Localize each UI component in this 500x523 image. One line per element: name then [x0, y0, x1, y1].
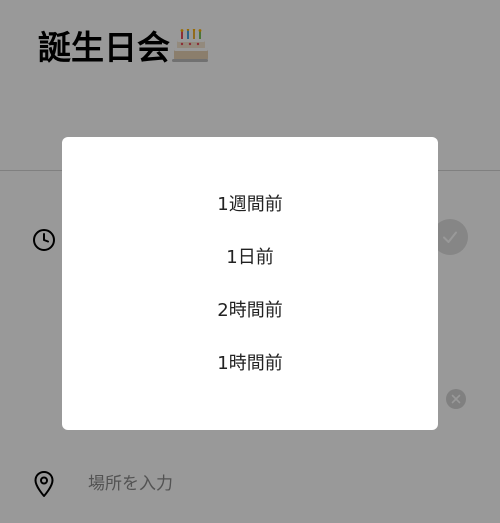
reminder-option-2-hours-before[interactable]: 2時間前 [62, 291, 438, 331]
reminder-option-1-week-before[interactable]: 1週間前 [62, 185, 438, 225]
reminder-options-dialog: 1週間前 1日前 2時間前 1時間前 [62, 137, 438, 430]
reminder-option-1-day-before[interactable]: 1日前 [62, 238, 438, 278]
reminder-option-1-hour-before[interactable]: 1時間前 [62, 344, 438, 384]
